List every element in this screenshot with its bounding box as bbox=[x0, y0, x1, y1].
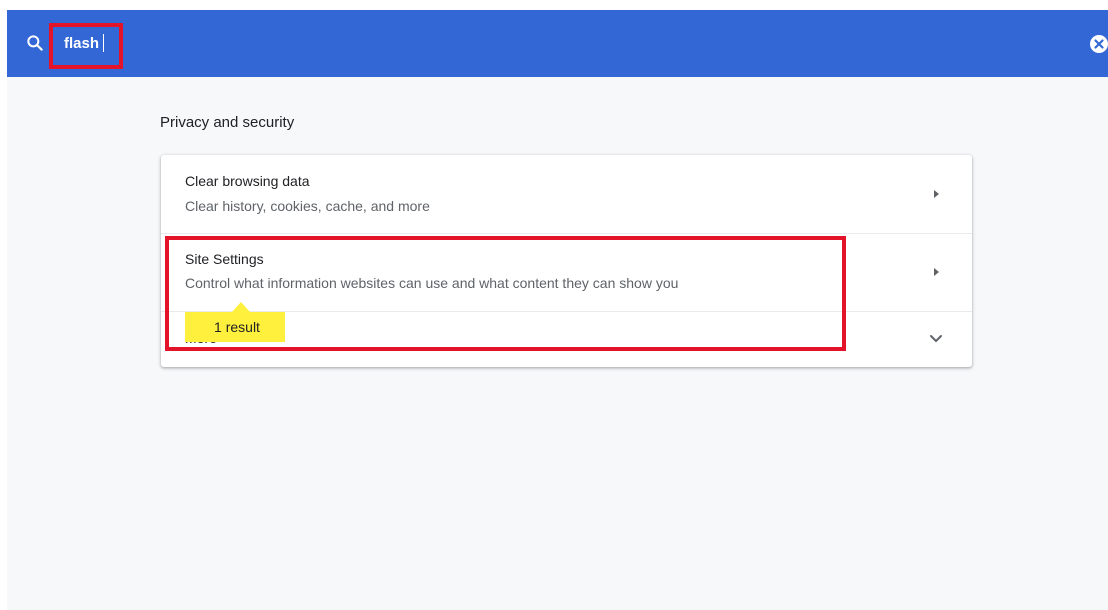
section-title: Privacy and security bbox=[160, 114, 295, 131]
search-icon bbox=[27, 35, 43, 51]
arrow-right-icon bbox=[934, 268, 939, 276]
site-settings-highlight-box bbox=[165, 236, 846, 351]
row-subtitle: Clear history, cookies, cache, and more bbox=[185, 198, 430, 214]
clear-search-button[interactable] bbox=[1089, 34, 1108, 54]
search-highlight-box bbox=[49, 23, 123, 69]
arrow-right-icon bbox=[934, 190, 939, 198]
chevron-down-icon bbox=[930, 335, 942, 342]
clear-browsing-data-row[interactable]: Clear browsing data Clear history, cooki… bbox=[161, 155, 972, 233]
row-title: Clear browsing data bbox=[185, 173, 310, 189]
search-bar bbox=[7, 10, 1108, 77]
